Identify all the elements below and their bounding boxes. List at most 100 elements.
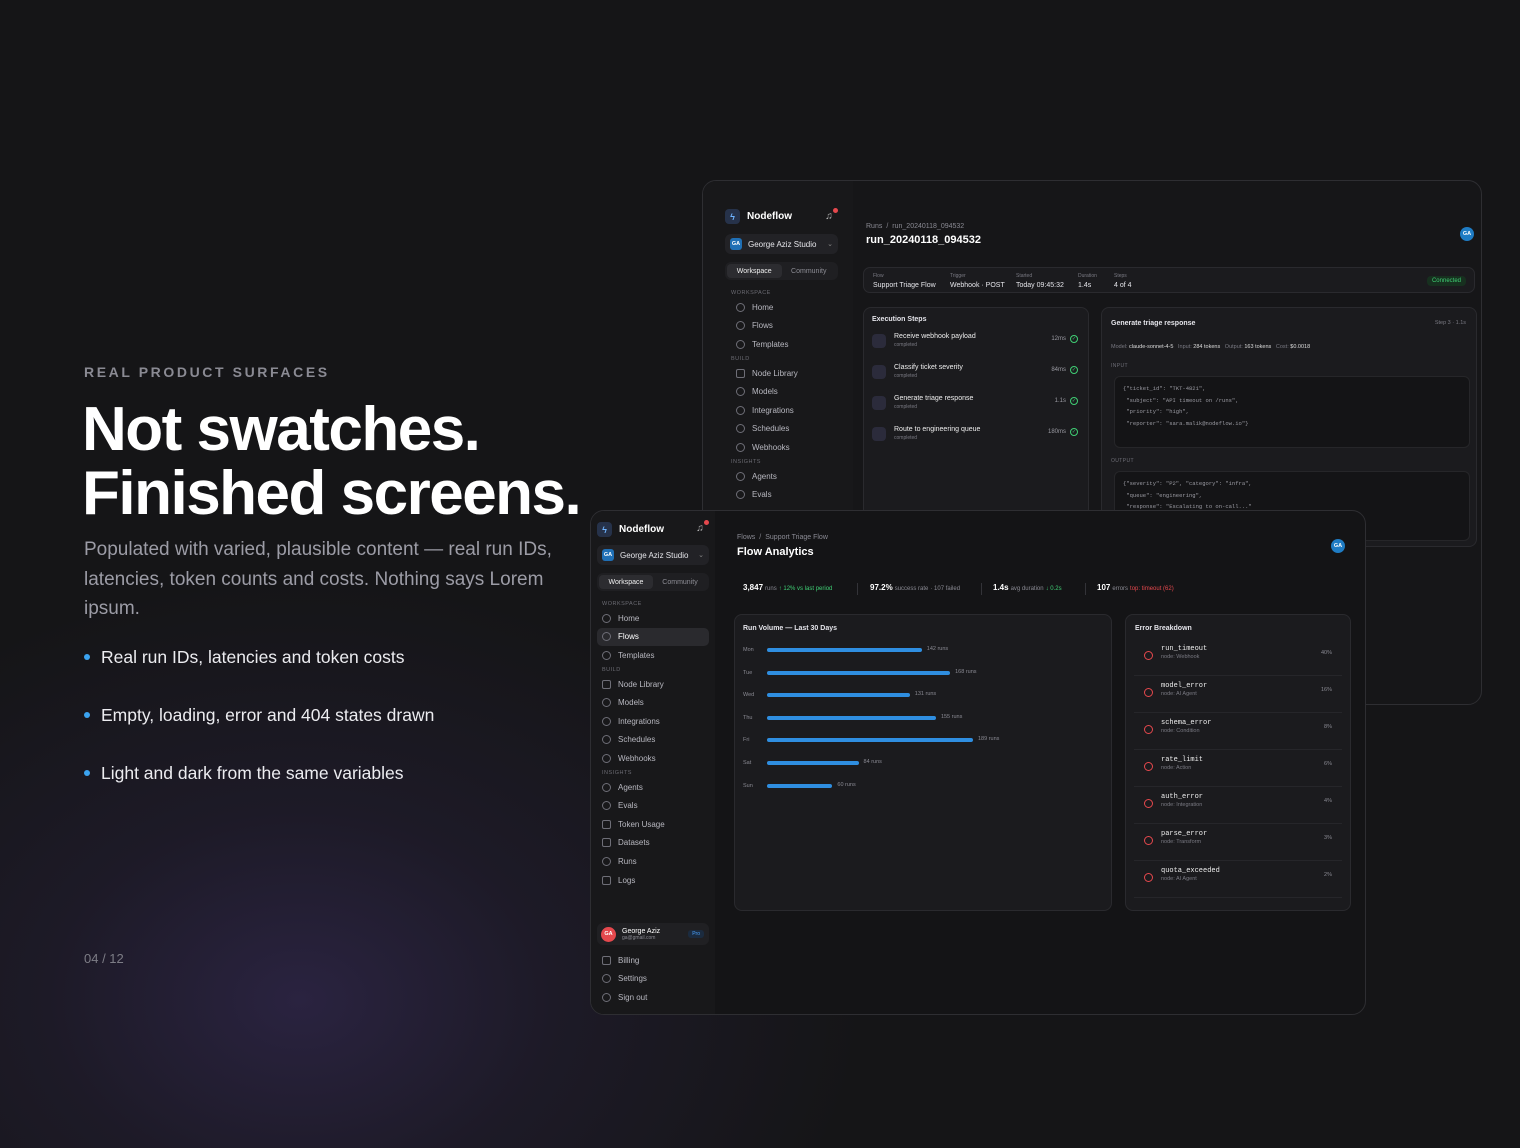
sidebar-item-agents[interactable]: Agents — [731, 467, 841, 486]
step-row[interactable]: Generate triage response completed 1.1s … — [872, 395, 1080, 417]
breadcrumb-current: run_20240118_094532 — [892, 223, 965, 230]
tab-workspace[interactable]: Workspace — [599, 575, 653, 589]
sidebar-item-label: Evals — [752, 490, 772, 500]
sidebar-item-evals[interactable]: Evals — [731, 485, 841, 504]
step-row[interactable]: Route to engineering queue completed 180… — [872, 426, 1080, 448]
error-node: node: Action — [1161, 765, 1192, 771]
sidebar-item-node-library[interactable]: Node Library — [731, 364, 841, 383]
ai-icon — [872, 396, 886, 410]
stat-success-rate: 97.2% success rate · 107 failed — [870, 583, 961, 592]
error-row[interactable]: quota_exceeded node: AI Agent 2% — [1134, 861, 1342, 898]
page-title: run_20240118_094532 — [866, 234, 981, 246]
grid-icon — [736, 368, 745, 378]
sidebar-item-flows[interactable]: Flows — [597, 627, 709, 647]
card-icon — [602, 955, 611, 965]
step-status: completed — [894, 342, 918, 348]
bar[interactable] — [767, 783, 833, 788]
sidebar-item-agents[interactable]: Agents — [597, 778, 709, 797]
bar[interactable] — [767, 761, 859, 765]
globe-icon — [602, 753, 611, 763]
error-node: node: Transform — [1161, 839, 1202, 845]
bell-icon[interactable]: ♫ — [823, 208, 838, 223]
sidebar-item-models[interactable]: Models — [597, 693, 709, 712]
sidebar-item-evals[interactable]: Evals — [597, 796, 709, 815]
sidebar-item-home[interactable]: Home — [731, 298, 841, 317]
studio-name: George Aziz Studio — [748, 239, 817, 249]
sidebar-item-schedules[interactable]: Schedules — [597, 731, 709, 750]
avatar[interactable]: GA — [1331, 539, 1345, 553]
step-name: Generate triage response — [894, 395, 974, 402]
avatar[interactable]: GA — [1460, 227, 1474, 241]
sidebar-item-templates[interactable]: Templates — [597, 646, 709, 665]
evals-icon — [602, 801, 611, 811]
bar-category-label: Mon — [743, 647, 754, 653]
sign-out-button[interactable]: Sign out — [597, 988, 709, 1007]
sidebar-item-webhooks[interactable]: Webhooks — [597, 749, 709, 768]
sidebar-item-webhooks[interactable]: Webhooks — [731, 438, 841, 457]
sidebar-item-billing[interactable]: Billing — [597, 951, 709, 970]
user-card[interactable]: GA George Aziz ga@gmail.com Pro — [597, 923, 709, 945]
tab-workspace[interactable]: Workspace — [727, 264, 782, 278]
error-row[interactable]: schema_error node: Condition 8% — [1134, 713, 1342, 750]
bar[interactable] — [767, 693, 910, 698]
sidebar-item-integrations[interactable]: Integrations — [597, 712, 709, 731]
feature-item: Light and dark from the same variables — [84, 760, 434, 818]
breadcrumb: Flows / Support Triage Flow — [737, 534, 828, 541]
sidebar-item-models[interactable]: Models — [731, 382, 841, 401]
step-row[interactable]: Classify ticket severity completed 84ms … — [872, 364, 1080, 386]
sidebar-item-home[interactable]: Home — [597, 609, 709, 628]
error-row[interactable]: run_timeout node: Webhook 40% — [1134, 639, 1342, 676]
bar-category-label: Wed — [743, 692, 755, 699]
bar[interactable] — [767, 648, 922, 652]
sidebar-item-datasets[interactable]: Datasets — [597, 834, 709, 853]
sidebar-item-label: Datasets — [618, 838, 650, 848]
integrations-icon — [736, 405, 745, 415]
sidebar-item-integrations[interactable]: Integrations — [731, 401, 841, 420]
input-label: INPUT — [1111, 363, 1128, 369]
sidebar-item-flows[interactable]: Flows — [731, 317, 841, 336]
bar[interactable] — [767, 715, 936, 720]
error-row[interactable]: parse_error node: Transform 3% — [1134, 824, 1342, 861]
error-row[interactable]: auth_error node: Integration 4% — [1134, 787, 1342, 824]
sidebar-item-logs[interactable]: Logs — [597, 871, 709, 890]
templates-icon — [602, 650, 611, 660]
sidebar-item-schedules[interactable]: Schedules — [731, 420, 841, 439]
sidebar-item-runs[interactable]: Runs — [597, 852, 709, 871]
globe-icon — [736, 442, 745, 452]
integrations-icon — [602, 716, 611, 726]
bar[interactable] — [767, 670, 951, 675]
check-icon: ✓ — [1070, 397, 1078, 405]
workspace-switcher[interactable]: GA George Aziz Studio ⌄ — [725, 234, 838, 254]
error-node: node: Condition — [1161, 728, 1200, 734]
breadcrumb-runs[interactable]: Runs — [866, 223, 882, 230]
error-row[interactable]: rate_limit node: Action 6% — [1134, 750, 1342, 787]
sidebar-item-token-usage[interactable]: Token Usage — [597, 815, 709, 834]
agents-icon — [602, 782, 611, 792]
tab-community[interactable]: Community — [782, 264, 837, 278]
step-row[interactable]: Receive webhook payload completed 12ms ✓ — [872, 333, 1080, 355]
sidebar-item-settings[interactable]: Settings — [597, 970, 709, 989]
section-label: WORKSPACE — [602, 601, 642, 607]
sidebar-item-node-library[interactable]: Node Library — [597, 675, 709, 694]
bar-value-label: 142 runs — [926, 646, 949, 652]
models-icon — [736, 387, 745, 397]
sidebar-item-templates[interactable]: Templates — [731, 335, 841, 354]
stat-errors: 107 errors top: timeout (62) — [1097, 583, 1174, 592]
error-row[interactable]: model_error node: AI Agent 16% — [1134, 676, 1342, 713]
meta-duration: Duration 1.4s — [1078, 273, 1097, 289]
user-info: George Aziz ga@gmail.com — [622, 928, 660, 941]
footer-nav: Billing Settings Sign out — [597, 951, 709, 1007]
file-icon — [602, 875, 611, 885]
bar-row: Wed 131 runs — [743, 690, 1103, 704]
bar[interactable] — [767, 738, 973, 743]
templates-icon — [736, 339, 745, 349]
breadcrumb-flows[interactable]: Flows — [737, 534, 755, 541]
error-name: schema_error — [1161, 719, 1212, 727]
studio-avatar: GA — [602, 549, 614, 561]
bell-icon[interactable]: ♫ — [694, 520, 709, 535]
tab-community[interactable]: Community — [653, 575, 707, 589]
workspace-switcher[interactable]: GA George Aziz Studio ⌄ — [597, 545, 709, 565]
sidebar-item-label: Integrations — [618, 716, 660, 726]
flows-icon — [602, 632, 611, 642]
studio-name: George Aziz Studio — [620, 550, 689, 560]
